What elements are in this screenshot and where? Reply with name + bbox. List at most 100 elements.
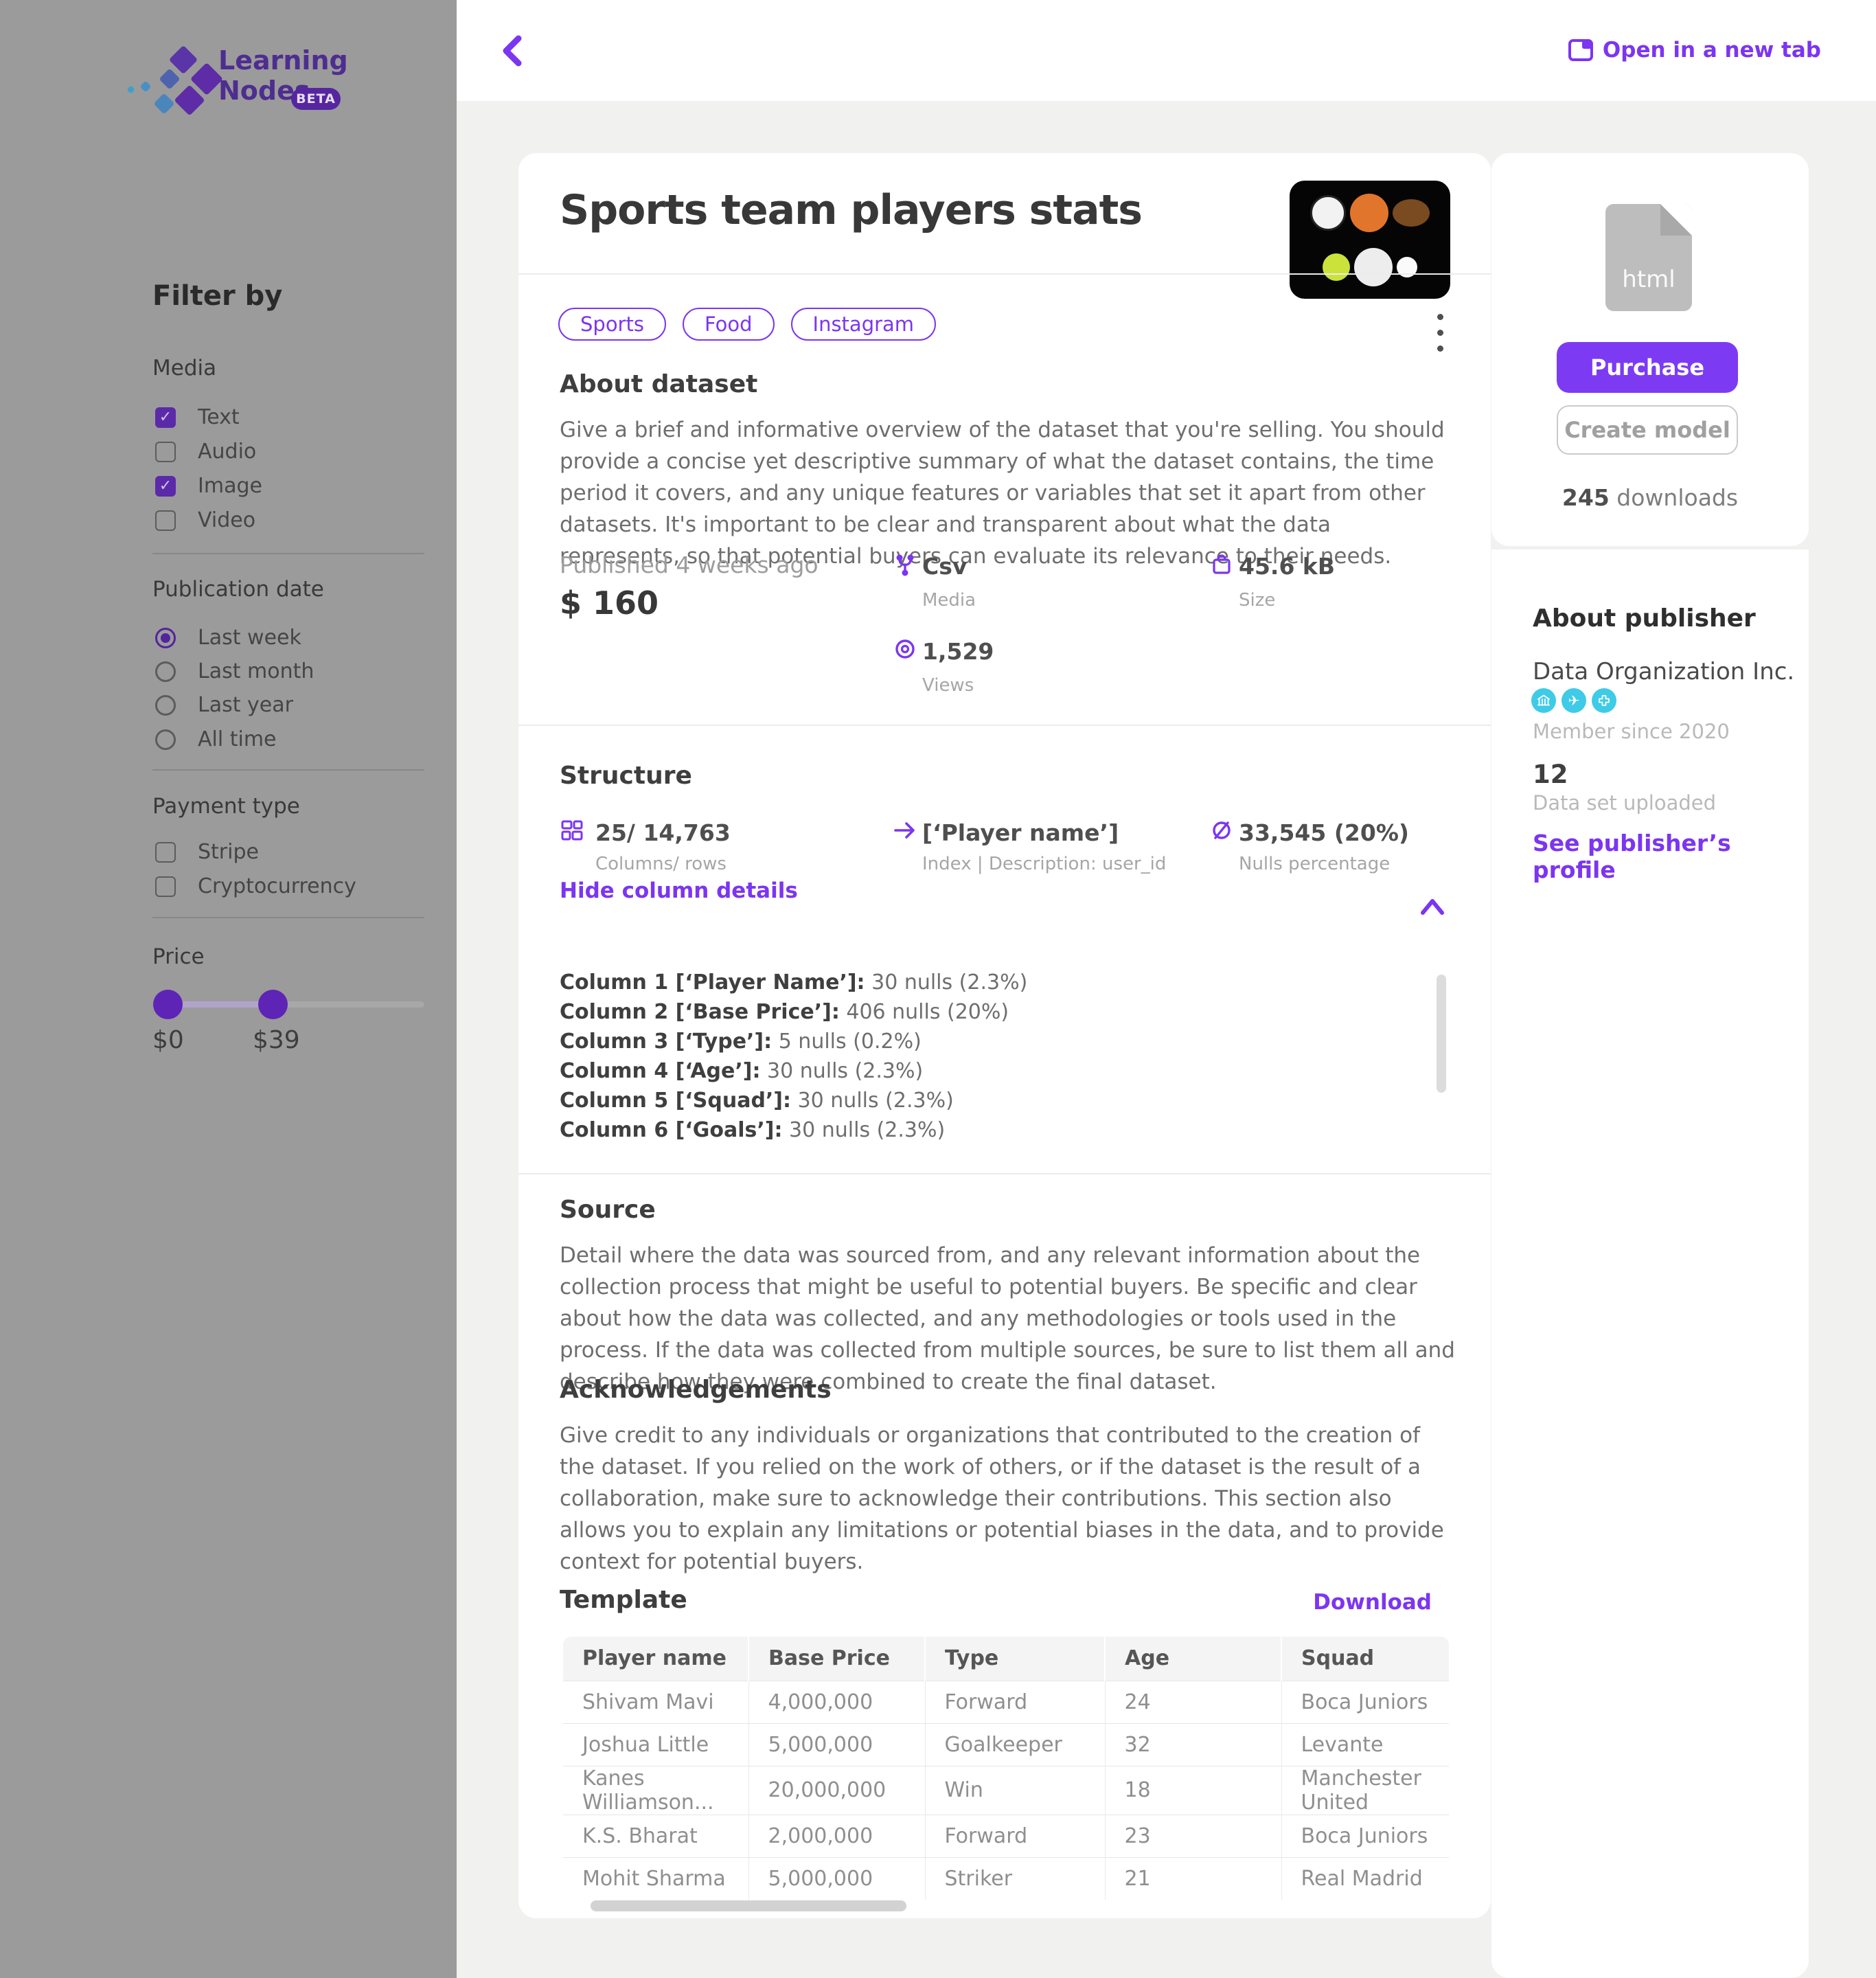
more-options-button[interactable] <box>1426 314 1454 369</box>
table-row: Mohit Sharma5,000,000Striker21Real Madri… <box>563 1857 1449 1900</box>
tag-food[interactable]: Food <box>683 308 775 341</box>
dataset-detail-card: Sports team players stats Sports Food In… <box>518 153 1491 1918</box>
table-row: Kanes Williamson...20,000,000Win18Manche… <box>563 1766 1449 1815</box>
views-value: 1,529 <box>922 638 994 665</box>
publisher-panel: About publisher Data Organization Inc. ✈… <box>1491 549 1809 1978</box>
checkbox-audio[interactable]: ✓ <box>155 442 176 462</box>
checkbox-text[interactable]: ✓ <box>155 407 176 428</box>
col-header-type: Type <box>925 1637 1105 1681</box>
views-label: Views <box>922 675 974 696</box>
back-button[interactable] <box>498 34 531 67</box>
publication-option-last-week[interactable]: Last week <box>155 626 301 650</box>
filter-sidebar: Learning Nodes BETA Filter by Media ✓ Te… <box>0 0 457 1978</box>
purchase-panel: html Purchase Create model 245 downloads <box>1491 153 1809 546</box>
publisher-profile-link[interactable]: See publisher’s profile <box>1533 830 1809 883</box>
size-label: Size <box>1239 590 1275 611</box>
tag-list: Sports Food Instagram <box>558 308 936 341</box>
download-link[interactable]: Download <box>1313 1590 1432 1615</box>
nulls-value: 33,545 (20%) <box>1239 819 1409 846</box>
col-header-age: Age <box>1105 1637 1281 1681</box>
file-type-label: html <box>1605 266 1692 293</box>
template-table: Player name Base Price Type Age Squad Sh… <box>563 1637 1449 1900</box>
column-detail-row: Column 6 [‘Goals’]: 30 nulls (2.3%) <box>560 1115 1027 1145</box>
dataset-title: Sports team players stats <box>560 186 1142 234</box>
template-heading: Template <box>560 1586 687 1614</box>
media-option-text[interactable]: ✓ Text <box>155 405 240 429</box>
bank-badge-icon <box>1531 688 1556 713</box>
index-label: Index | Description: user_id <box>922 854 1166 874</box>
media-type-label: Media <box>922 590 976 611</box>
radio-last-month[interactable] <box>155 661 176 682</box>
tag-instagram[interactable]: Instagram <box>791 308 937 341</box>
columns-rows-value: 25/ 14,763 <box>595 819 731 846</box>
sidebar-divider <box>152 917 424 918</box>
column-detail-row: Column 5 [‘Squad’]: 30 nulls (2.3%) <box>560 1086 1027 1115</box>
source-heading: Source <box>560 1196 656 1224</box>
payment-option-cryptocurrency[interactable]: ✓ Cryptocurrency <box>155 874 356 898</box>
column-detail-row: Column 4 [‘Age’]: 30 nulls (2.3%) <box>560 1056 1027 1086</box>
open-in-new-tab-link[interactable]: Open in a new tab <box>1568 38 1821 62</box>
media-type-value: Csv <box>922 553 967 580</box>
hide-column-details-link[interactable]: Hide column details <box>560 878 798 903</box>
payment-option-stripe[interactable]: ✓ Stripe <box>155 840 259 864</box>
downloads-count: 245 downloads <box>1491 484 1809 511</box>
index-arrow-icon <box>893 818 917 843</box>
publication-option-all-time[interactable]: All time <box>155 727 277 751</box>
nulls-label: Nulls percentage <box>1239 854 1390 874</box>
sidebar-divider <box>152 553 424 554</box>
media-option-video[interactable]: ✓ Video <box>155 508 255 532</box>
app-logo-icon <box>130 47 220 122</box>
price-slider-handle-min[interactable] <box>153 990 183 1019</box>
table-header-row: Player name Base Price Type Age Squad <box>563 1637 1449 1681</box>
tag-sports[interactable]: Sports <box>558 308 666 341</box>
table-horizontal-scrollbar[interactable] <box>591 1900 906 1911</box>
member-since: Member since 2020 <box>1533 720 1730 743</box>
media-option-audio[interactable]: ✓ Audio <box>155 440 256 464</box>
publication-option-last-year[interactable]: Last year <box>155 693 293 717</box>
checkbox-cryptocurrency[interactable]: ✓ <box>155 876 176 897</box>
checkbox-video[interactable]: ✓ <box>155 510 176 531</box>
create-model-button[interactable]: Create model <box>1557 405 1738 455</box>
radio-all-time[interactable] <box>155 729 176 750</box>
structure-heading: Structure <box>560 762 692 790</box>
payment-group-label: Payment type <box>152 794 300 819</box>
checkbox-stripe[interactable]: ✓ <box>155 842 176 863</box>
medical-cross-badge-icon <box>1592 688 1616 713</box>
columns-grid-icon <box>560 818 584 843</box>
chevron-left-icon <box>498 34 531 67</box>
radio-last-year[interactable] <box>155 695 176 716</box>
col-header-player-name: Player name <box>563 1637 748 1681</box>
collapse-chevron-icon[interactable] <box>1419 896 1445 917</box>
source-text: Detail where the data was sourced from, … <box>560 1240 1456 1398</box>
column-detail-row: Column 1 [‘Player Name’]: 30 nulls (2.3%… <box>560 968 1027 997</box>
publication-option-last-month[interactable]: Last month <box>155 659 314 683</box>
nulls-icon <box>1209 818 1234 843</box>
purchase-button[interactable]: Purchase <box>1557 342 1738 393</box>
dataset-price: $ 160 <box>560 584 659 622</box>
checkbox-image[interactable]: ✓ <box>155 476 176 497</box>
columns-rows-label: Columns/ rows <box>595 854 727 874</box>
app-name-line1: Learning <box>218 45 348 76</box>
size-bag-icon <box>1209 552 1234 576</box>
col-header-base-price: Base Price <box>748 1637 925 1681</box>
publisher-badges: ✈ <box>1531 688 1616 713</box>
size-value: 45.6 kB <box>1239 553 1335 580</box>
acknowledgements-text: Give credit to any individuals or organi… <box>560 1420 1456 1578</box>
new-tab-icon <box>1568 39 1593 61</box>
about-publisher-heading: About publisher <box>1533 604 1756 633</box>
radio-last-week[interactable] <box>155 628 176 648</box>
views-eye-icon <box>893 637 917 661</box>
price-slider-handle-max[interactable] <box>258 990 288 1019</box>
beta-badge: BETA <box>291 88 341 110</box>
media-option-image[interactable]: ✓ Image <box>155 474 262 498</box>
price-max-value: $39 <box>253 1026 300 1054</box>
csv-fork-icon <box>893 553 917 578</box>
price-min-value: $0 <box>152 1026 184 1054</box>
column-detail-row: Column 3 [‘Type’]: 5 nulls (0.2%) <box>560 1027 1027 1056</box>
table-row: Shivam Mavi4,000,000Forward24Boca Junior… <box>563 1681 1449 1723</box>
about-dataset-text: Give a brief and informative overview of… <box>560 414 1456 572</box>
sidebar-divider <box>152 769 424 771</box>
table-row: Joshua Little5,000,000Goalkeeper32Levant… <box>563 1723 1449 1766</box>
about-dataset-heading: About dataset <box>560 370 757 398</box>
column-details-scrollbar[interactable] <box>1437 975 1446 1093</box>
